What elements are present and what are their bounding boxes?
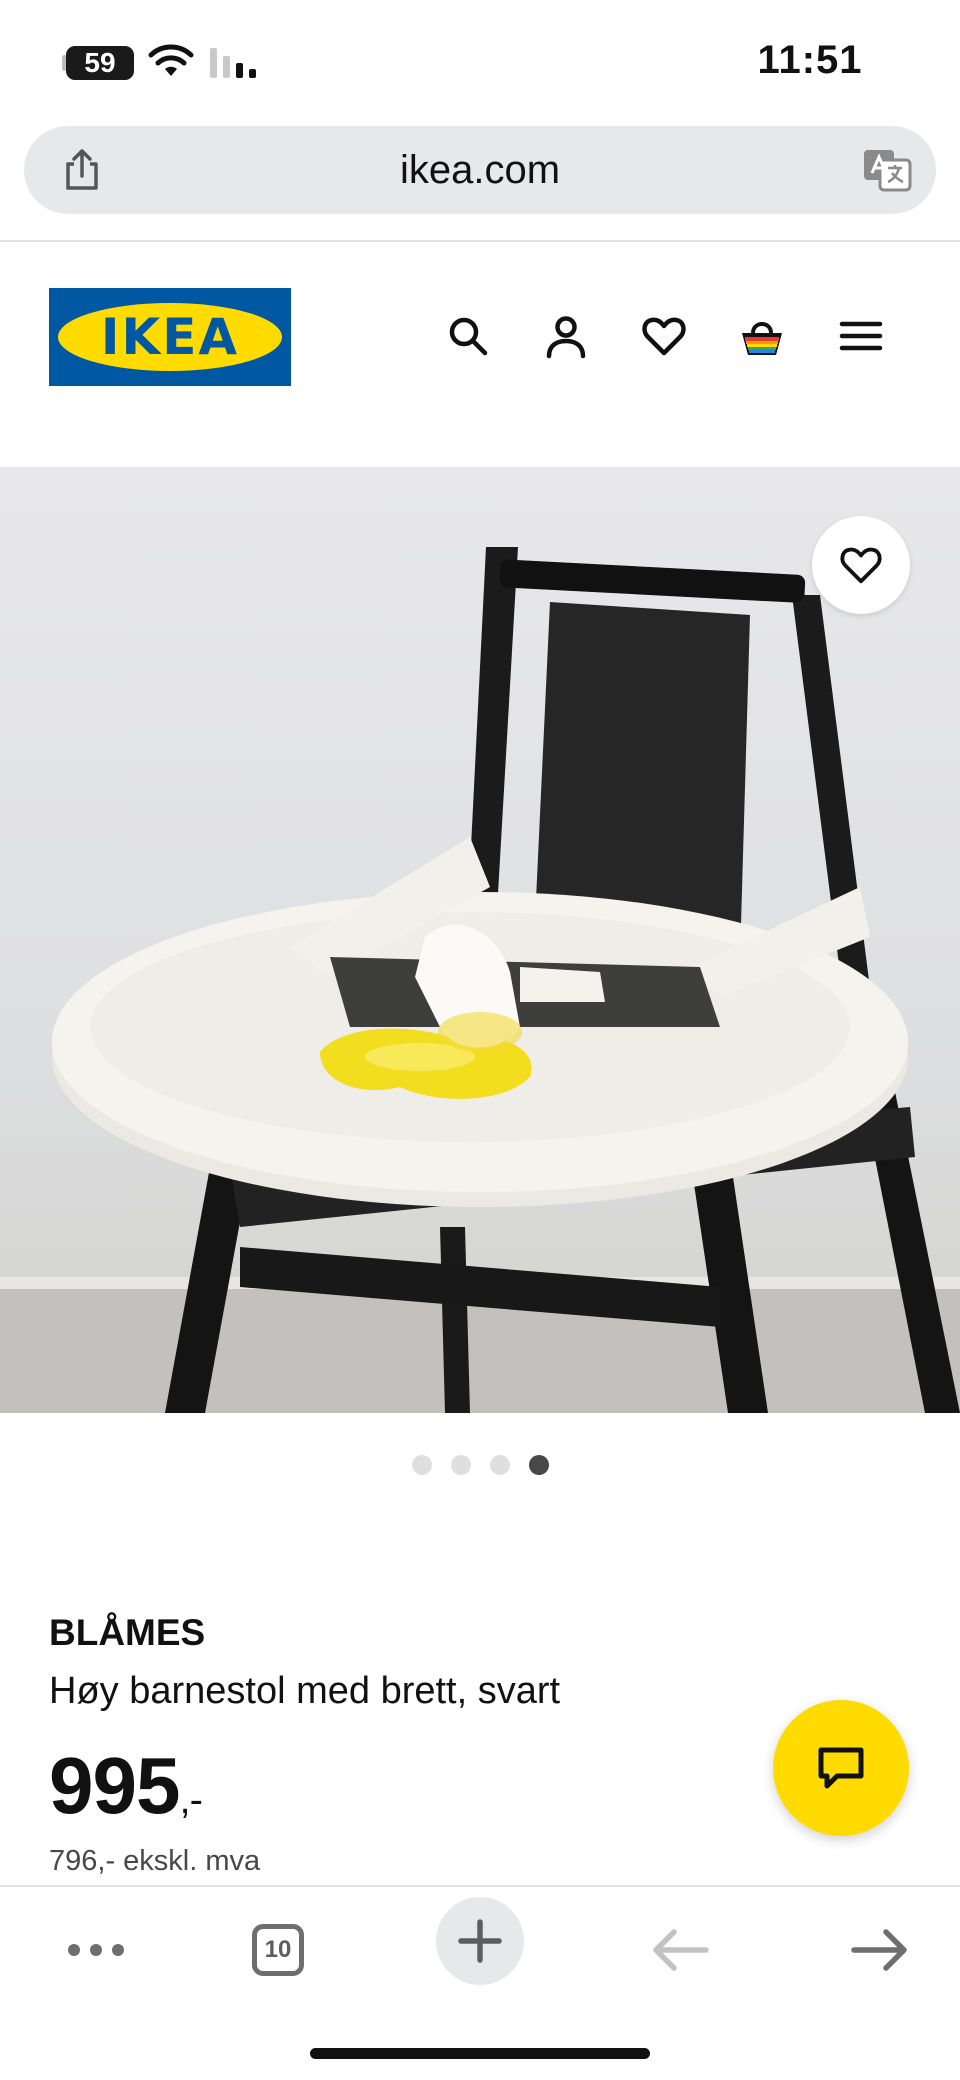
chat-icon [818, 1747, 864, 1789]
image-pagination-dots [0, 1455, 960, 1479]
share-icon[interactable] [58, 146, 106, 194]
price-suffix: ,- [179, 1778, 202, 1822]
cellular-signal-icon [210, 48, 256, 78]
status-time: 11:51 [757, 38, 863, 82]
product-price: 995,- [49, 1740, 203, 1832]
pagination-dot-active[interactable] [528, 1455, 549, 1475]
status-bar: 59 11:51 [0, 0, 960, 120]
search-icon[interactable] [445, 313, 491, 359]
product-name: BLÅMES [49, 1612, 206, 1653]
header-divider [0, 240, 960, 242]
price-value: 995 [49, 1741, 180, 1830]
high-chair-illustration [0, 547, 960, 1413]
home-indicator [310, 2048, 650, 2059]
product-image[interactable] [0, 467, 960, 1413]
address-bar[interactable]: ikea.com [24, 126, 936, 214]
tabs-button[interactable]: 10 [238, 1910, 318, 1990]
heart-icon[interactable] [641, 313, 687, 359]
chat-button[interactable] [773, 1700, 909, 1836]
forward-button[interactable] [840, 1910, 920, 1990]
battery-level: 59 [84, 47, 116, 78]
menu-icon[interactable] [838, 313, 884, 359]
translate-icon[interactable] [862, 146, 912, 194]
registered-mark: ® [264, 310, 273, 322]
heart-icon [840, 547, 882, 584]
wifi-icon [148, 44, 194, 76]
ikea-logo[interactable]: IKEA ® [49, 288, 291, 386]
back-button[interactable] [640, 1910, 720, 1990]
tabs-count: 10 [252, 1924, 304, 1976]
more-icon [68, 1944, 124, 1956]
profile-icon[interactable] [543, 313, 589, 359]
pagination-dot[interactable] [411, 1455, 432, 1475]
arrow-left-icon [653, 1929, 709, 1971]
battery-icon: 59 [66, 46, 134, 80]
more-button[interactable] [56, 1910, 136, 1990]
arrow-right-icon [851, 1929, 907, 1971]
basket-icon[interactable] [739, 313, 785, 359]
plus-icon [458, 1919, 502, 1963]
url-text[interactable]: ikea.com [24, 126, 936, 214]
add-to-favourites-button[interactable] [812, 516, 910, 614]
pagination-dot[interactable] [489, 1455, 510, 1475]
price-excluding-vat: 796,- ekskl. mva [49, 1845, 261, 1877]
pagination-dot[interactable] [450, 1455, 471, 1475]
new-tab-button[interactable] [436, 1897, 524, 1985]
logo-text: IKEA [100, 308, 240, 366]
product-description: Høy barnestol med brett, svart [49, 1670, 561, 1712]
